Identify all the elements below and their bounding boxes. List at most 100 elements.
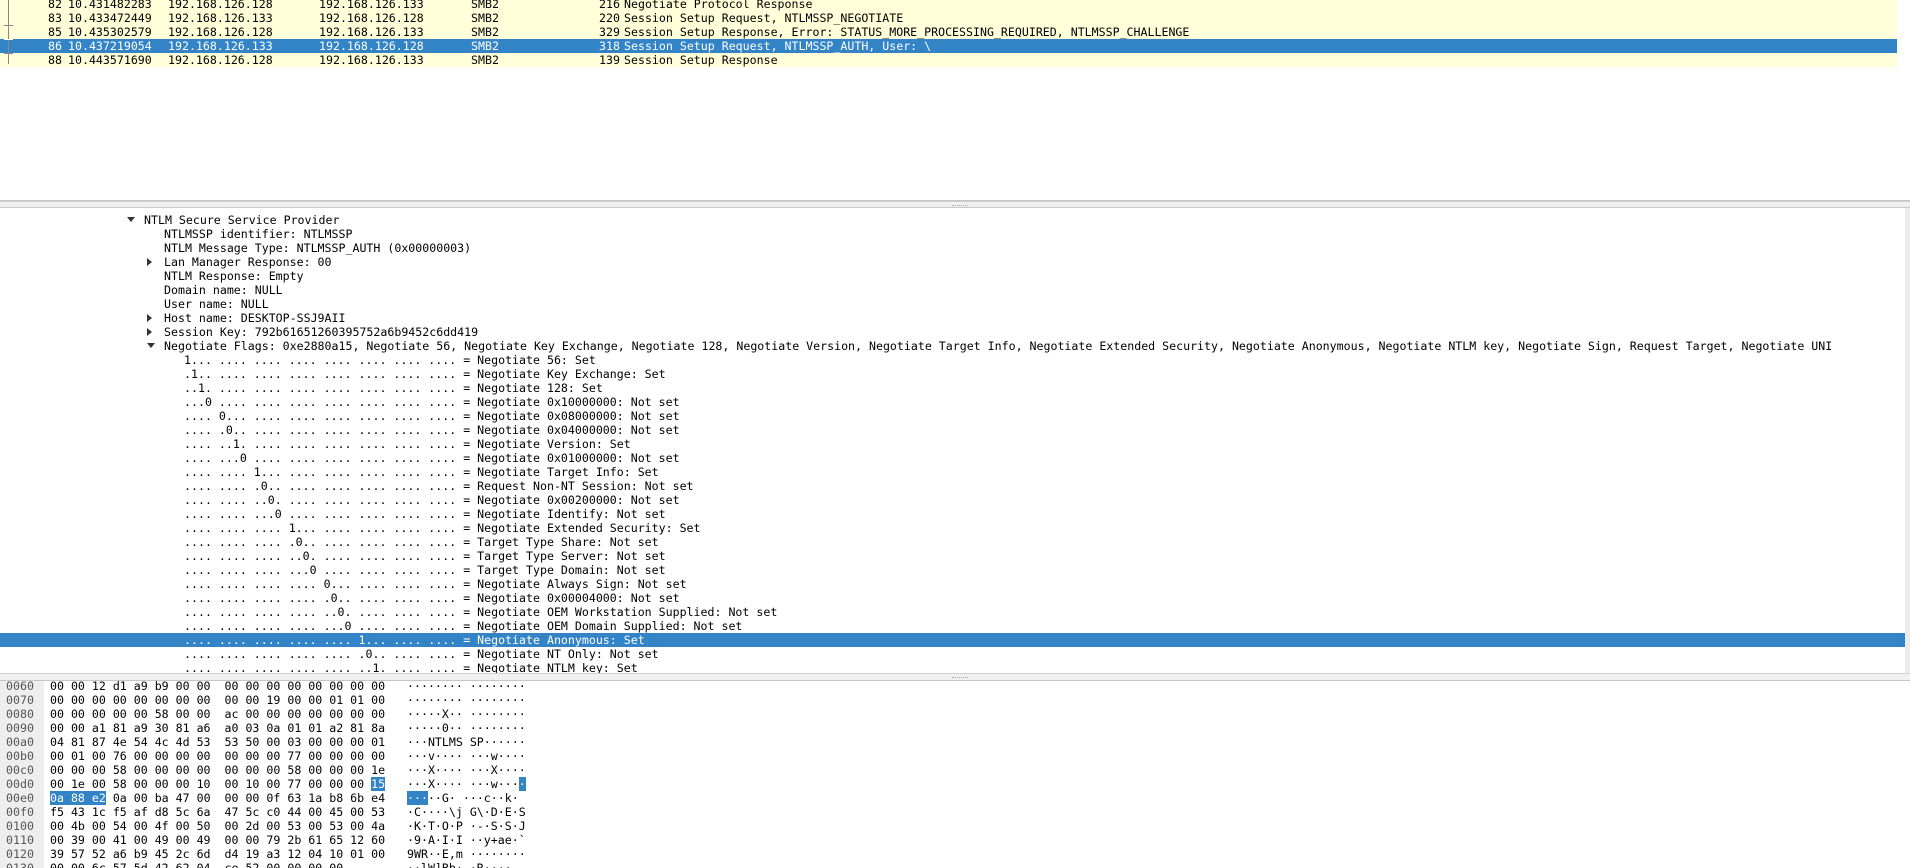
detail-tree-item[interactable]: .... .... ...0 .... .... .... .... .... … bbox=[0, 507, 1905, 521]
detail-tree-item[interactable]: Host name: DESKTOP-SSJ9AII bbox=[0, 311, 1905, 325]
hex-bytes[interactable]: 04 81 87 4e 54 4c 4d 53 53 50 00 03 00 0… bbox=[50, 735, 385, 749]
detail-tree-item[interactable]: .... ..1. .... .... .... .... .... .... … bbox=[0, 437, 1905, 451]
detail-tree-item[interactable]: .1.. .... .... .... .... .... .... .... … bbox=[0, 367, 1905, 381]
detail-tree-item[interactable]: .... .... .... ...0 .... .... .... .... … bbox=[0, 563, 1905, 577]
detail-tree-item[interactable]: NTLM Message Type: NTLMSSP_AUTH (0x00000… bbox=[0, 241, 1905, 255]
collapsed-arrow-icon[interactable] bbox=[147, 328, 152, 336]
hex-row: 0110 00 39 00 41 00 49 00 49 00 00 79 2b … bbox=[0, 833, 1910, 847]
ascii-group2: ········ bbox=[469, 847, 526, 861]
packet-row[interactable]: 85 10.435302579 192.168.126.128 192.168.126… bbox=[0, 25, 1897, 39]
ascii-bytes[interactable]: ···X···· ···X···· bbox=[407, 763, 526, 777]
detail-tree-label: ...0 .... .... .... .... .... .... .... … bbox=[184, 395, 680, 409]
detail-tree-item[interactable]: .... .... .... 1... .... .... .... .... … bbox=[0, 521, 1905, 535]
ascii-bytes[interactable]: ·C····\j G\·D·E·S bbox=[407, 805, 526, 819]
expanded-arrow-icon[interactable] bbox=[127, 217, 135, 222]
detail-tree-label: .... ...0 .... .... .... .... .... .... … bbox=[184, 451, 680, 465]
detail-tree-item[interactable]: .... .... .... .... 0... .... .... .... … bbox=[0, 577, 1905, 591]
detail-tree-item[interactable]: .... ...0 .... .... .... .... .... .... … bbox=[0, 451, 1905, 465]
detail-tree-item[interactable]: User name: NULL bbox=[0, 297, 1905, 311]
detail-tree-item[interactable]: .... .... .... .0.. .... .... .... .... … bbox=[0, 535, 1905, 549]
hex-bytes[interactable]: 0a 88 e2 0a 00 ba 47 00 00 00 0f 63 1a b… bbox=[50, 791, 385, 805]
detail-tree-item[interactable]: .... .... .... .... ..0. .... .... .... … bbox=[0, 605, 1905, 619]
detail-tree-item[interactable]: NTLM Secure Service Provider bbox=[0, 213, 1905, 227]
ascii-group2: ···w··· bbox=[469, 777, 519, 791]
ascii-bytes[interactable]: ··lW]Bb· ·R···· bbox=[407, 861, 512, 868]
detail-tree-item[interactable]: .... .... .... ..0. .... .... .... .... … bbox=[0, 549, 1905, 563]
packet-info: Session Setup Response bbox=[624, 53, 778, 67]
hex-bytes-group2: a0 03 0a 01 01 a2 81 8a bbox=[224, 721, 386, 735]
detail-tree-item[interactable]: Domain name: NULL bbox=[0, 283, 1905, 297]
details-scrollbar[interactable] bbox=[1905, 208, 1910, 673]
packet-number: 86 bbox=[48, 39, 62, 53]
hex-bytes[interactable]: 00 39 00 41 00 49 00 49 00 00 79 2b 61 6… bbox=[50, 833, 385, 847]
ascii-bytes[interactable]: ·····X·· ········ bbox=[407, 707, 526, 721]
packet-row[interactable]: 88 10.443571690 192.168.126.128 192.168.126… bbox=[0, 53, 1897, 67]
detail-tree-label: .... 0... .... .... .... .... .... .... … bbox=[184, 409, 680, 423]
detail-tree-item[interactable]: ..1. .... .... .... .... .... .... .... … bbox=[0, 381, 1905, 395]
packet-row[interactable]: 82 10.431482283 192.168.126.128 192.168.126… bbox=[0, 0, 1897, 11]
hex-bytes-group2: 47 5c c0 44 00 45 00 53 bbox=[224, 805, 386, 819]
detail-tree-item[interactable]: NTLM Response: Empty bbox=[0, 269, 1905, 283]
packet-details-pane[interactable]: NTLM Secure Service Provider NTLMSSP iden… bbox=[0, 207, 1910, 673]
ascii-bytes[interactable]: ········ ········ bbox=[407, 681, 526, 693]
detail-tree-item[interactable]: Negotiate Flags: 0xe2880a15, Negotiate 5… bbox=[0, 339, 1905, 353]
hex-bytes[interactable]: 00 00 a1 81 a9 30 81 a6 a0 03 0a 01 01 a… bbox=[50, 721, 385, 735]
ascii-bytes[interactable]: ···v···· ···w···· bbox=[407, 749, 526, 763]
detail-tree-label: NTLM Secure Service Provider bbox=[144, 213, 340, 227]
ascii-group1: ···X···· bbox=[407, 763, 463, 777]
detail-tree-label: .... .... .... .... .0.. .... .... .... … bbox=[184, 591, 680, 605]
detail-tree-item[interactable]: .... 0... .... .... .... .... .... .... … bbox=[0, 409, 1905, 423]
packet-bytes-pane[interactable]: 0060 00 00 12 d1 a9 b9 00 00 00 00 00 00 … bbox=[0, 680, 1910, 868]
ascii-group2: ···X···· bbox=[469, 763, 526, 777]
detail-tree-label: .... .... .... .0.. .... .... .... .... … bbox=[184, 535, 659, 549]
hex-bytes-group1: 00 01 00 76 00 00 00 00 bbox=[50, 749, 211, 763]
hex-bytes[interactable]: 39 57 52 a6 b9 45 2c 6d d4 19 a3 12 04 1… bbox=[50, 847, 385, 861]
hex-bytes[interactable]: 00 00 12 d1 a9 b9 00 00 00 00 00 00 00 0… bbox=[50, 681, 385, 693]
hex-bytes[interactable]: 00 00 00 00 00 58 00 00 ac 00 00 00 00 0… bbox=[50, 707, 385, 721]
detail-tree-item[interactable]: Lan Manager Response: 00 bbox=[0, 255, 1905, 269]
hex-bytes[interactable]: 00 00 00 00 00 00 00 00 00 00 19 00 00 0… bbox=[50, 693, 385, 707]
hex-bytes[interactable]: 00 4b 00 54 00 4f 00 50 00 2d 00 53 00 5… bbox=[50, 819, 385, 833]
expanded-arrow-icon[interactable] bbox=[147, 343, 155, 348]
ascii-bytes[interactable]: 9WR··E,m ········ bbox=[407, 847, 526, 861]
packet-info: Session Setup Request, NTLMSSP_AUTH, Use… bbox=[624, 39, 932, 53]
collapsed-arrow-icon[interactable] bbox=[147, 258, 152, 266]
detail-tree-item[interactable]: NTLMSSP identifier: NTLMSSP bbox=[0, 227, 1905, 241]
packet-row[interactable]: 83 10.433472449 192.168.126.133 192.168.126… bbox=[0, 11, 1897, 25]
packet-time: 10.431482283 bbox=[68, 0, 152, 11]
hex-bytes[interactable]: 00 00 6c 57 5d 42 62 04 ce 52 00 00 00 0… bbox=[50, 861, 343, 868]
detail-tree-item[interactable]: Session Key: 792b61651260395752a6b9452c6… bbox=[0, 325, 1905, 339]
detail-tree-item[interactable]: .... .... .... .... .... .0.. .... .... … bbox=[0, 647, 1905, 661]
hex-row: 0080 00 00 00 00 00 58 00 00 ac 00 00 00 … bbox=[0, 707, 1910, 721]
hex-bytes-group1: 00 39 00 41 00 49 00 49 bbox=[50, 833, 211, 847]
ascii-group1: ··G· bbox=[427, 791, 456, 805]
detail-tree-item[interactable]: .... .... .... .... .0.. .... .... .... … bbox=[0, 591, 1905, 605]
detail-tree-item[interactable]: 1... .... .... .... .... .... .... .... … bbox=[0, 353, 1905, 367]
detail-tree-label: .... .... .... 1... .... .... .... .... … bbox=[184, 521, 701, 535]
packet-row[interactable]: 86 10.437219054 192.168.126.133 192.168.126… bbox=[0, 39, 1897, 53]
ascii-bytes[interactable]: ·····G· ···c··k· bbox=[407, 791, 519, 805]
hex-bytes[interactable]: f5 43 1c f5 af d8 5c 6a 47 5c c0 44 00 4… bbox=[50, 805, 385, 819]
ascii-bytes[interactable]: ·K·T·O·P ·-·S·S·J bbox=[407, 819, 526, 833]
detail-tree-item[interactable]: .... .... .... .... .... 1... .... .... … bbox=[0, 633, 1905, 647]
hex-bytes[interactable]: 00 1e 00 58 00 00 00 10 00 10 00 77 00 0… bbox=[50, 777, 386, 791]
hex-bytes-group2: 00 10 00 77 00 00 00 bbox=[224, 777, 365, 791]
ascii-group1: ··lW]Bb· bbox=[407, 861, 463, 868]
ascii-bytes[interactable]: ···NTLMS SP······ bbox=[407, 735, 526, 749]
hex-bytes[interactable]: 00 01 00 76 00 00 00 00 00 00 00 77 00 0… bbox=[50, 749, 385, 763]
detail-tree-item[interactable]: .... .... .... .... ...0 .... .... .... … bbox=[0, 619, 1905, 633]
ascii-bytes[interactable]: ·9·A·I·I ··y+ae·` bbox=[407, 833, 526, 847]
detail-tree-item[interactable]: .... .... 1... .... .... .... .... .... … bbox=[0, 465, 1905, 479]
ascii-group2: ·R···· bbox=[469, 861, 512, 868]
ascii-bytes[interactable]: ·····0·· ········ bbox=[407, 721, 526, 735]
detail-tree-item[interactable]: .... .... .... .... .... ..1. .... .... … bbox=[0, 661, 1905, 673]
collapsed-arrow-icon[interactable] bbox=[147, 314, 152, 322]
detail-tree-item[interactable]: .... .0.. .... .... .... .... .... .... … bbox=[0, 423, 1905, 437]
detail-tree-item[interactable]: .... .... .0.. .... .... .... .... .... … bbox=[0, 479, 1905, 493]
ascii-bytes[interactable]: ···X···· ···w···· bbox=[407, 777, 526, 791]
packet-list-pane[interactable]: 82 10.431482283 192.168.126.128 192.168.126… bbox=[0, 0, 1910, 200]
detail-tree-item[interactable]: ...0 .... .... .... .... .... .... .... … bbox=[0, 395, 1905, 409]
detail-tree-item[interactable]: .... .... ..0. .... .... .... .... .... … bbox=[0, 493, 1905, 507]
hex-bytes[interactable]: 00 00 00 58 00 00 00 00 00 00 00 58 00 0… bbox=[50, 763, 385, 777]
ascii-bytes[interactable]: ········ ········ bbox=[407, 693, 526, 707]
